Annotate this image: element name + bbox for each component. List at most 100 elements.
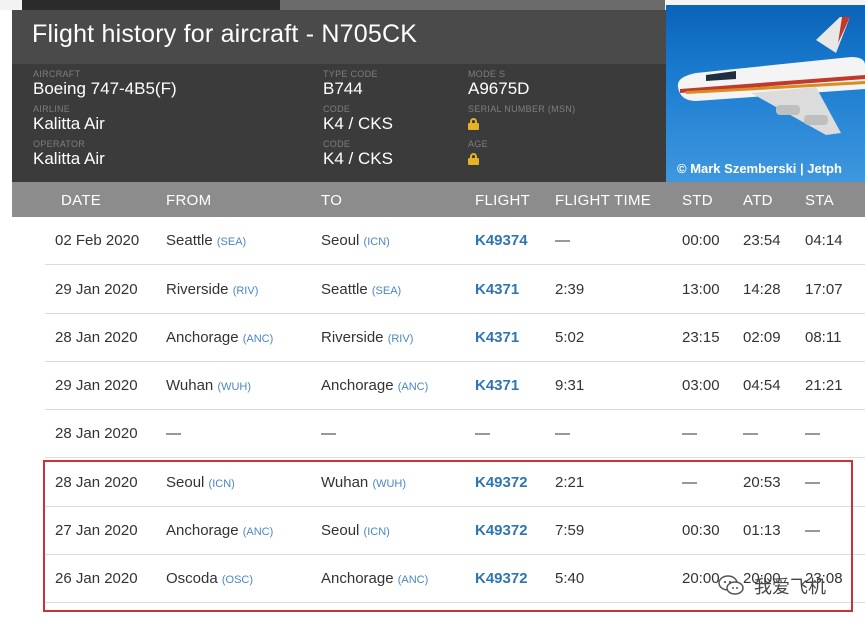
cell-std: 23:15 (682, 329, 720, 346)
cell-from-text: — (166, 425, 181, 442)
table-row[interactable]: 29 Jan 2020 Riverside (RIV) Seattle (SEA) K… (45, 266, 865, 314)
cell-sta: 17:07 (805, 281, 843, 298)
cell-flight-text[interactable]: K4371 (475, 281, 519, 298)
cell-flight[interactable]: K4371 (475, 281, 519, 298)
cell-std-text: — (682, 425, 697, 442)
table-row[interactable]: 02 Feb 2020 Seattle (SEA) Seoul (ICN) K4937… (45, 217, 865, 265)
table-row[interactable]: 29 Jan 2020 Wuhan (WUH) Anchorage (ANC) K43… (45, 362, 865, 410)
cell-flight-time: 2:39 (555, 281, 584, 298)
column-header-to[interactable]: TO (321, 192, 342, 209)
operator-code-value: K4 / CKS (323, 149, 393, 168)
airline-code-label: Code (323, 104, 351, 114)
airport-code[interactable]: (SEA) (217, 236, 246, 248)
cell-to-text: Anchorage (321, 377, 394, 394)
airport-code[interactable]: (RIV) (388, 333, 414, 345)
airline-code-field: Code K4 / CKS (323, 104, 393, 134)
cell-flight[interactable]: K4371 (475, 329, 519, 346)
cell-std-text: 03:00 (682, 377, 720, 394)
cell-flight[interactable]: K4371 (475, 377, 519, 394)
wechat-icon (718, 575, 744, 595)
cell-flight-time-text: 2:39 (555, 281, 585, 298)
cell-to: Seoul (ICN) (321, 232, 390, 249)
cell-flight-text[interactable]: K49374 (475, 232, 528, 249)
column-header-flight[interactable]: FLIGHT (475, 192, 530, 209)
cell-flight-time: 9:31 (555, 377, 584, 394)
column-header-sta[interactable]: STA (805, 192, 834, 209)
cell-to: — (321, 425, 336, 442)
aircraft-value: Boeing 747-4B5(F) (33, 79, 177, 98)
cell-sta-text: 21:21 (805, 377, 843, 394)
airport-code[interactable]: (ANC) (398, 381, 429, 393)
cell-flight-time-text: — (555, 425, 570, 442)
age-field[interactable]: AGE (468, 139, 488, 170)
mode-s-field: MODE S A9675D (468, 69, 529, 99)
age-label: AGE (468, 139, 488, 149)
cell-sta-text: 17:07 (805, 281, 843, 298)
cell-sta: 21:21 (805, 377, 843, 394)
cell-from: Wuhan (WUH) (166, 377, 251, 394)
cell-to: Anchorage (ANC) (321, 377, 428, 394)
airline-label: AIRLINE (33, 104, 71, 114)
cell-std-text: 00:00 (682, 232, 720, 249)
column-header-from[interactable]: FROM (166, 192, 211, 209)
cell-flight-text[interactable]: K4371 (475, 377, 519, 394)
aircraft-label: AIRCRAFT (33, 69, 81, 79)
airline-field: AIRLINE Kalitta Air (33, 104, 105, 134)
photo-credit[interactable]: © Mark Szemberski | Jetph (677, 161, 842, 176)
cell-atd: — (743, 425, 758, 442)
cell-std: 13:00 (682, 281, 720, 298)
operator-code-field: Code K4 / CKS (323, 139, 393, 169)
lock-icon[interactable] (468, 118, 479, 130)
airport-code[interactable]: (ANC) (243, 333, 274, 345)
column-header-flight-time[interactable]: FLIGHT TIME (555, 192, 651, 209)
type-code-field: TYPE CODE B744 (323, 69, 378, 99)
type-code-label: TYPE CODE (323, 69, 378, 79)
aircraft-header: Flight history for aircraft - N705CK AIR… (12, 10, 666, 182)
cell-atd-text: 23:54 (743, 232, 781, 249)
cell-flight[interactable]: K49374 (475, 232, 528, 249)
cell-date-text: 28 Jan 2020 (55, 425, 138, 442)
cell-to-text: Seoul (321, 232, 360, 249)
airport-code[interactable]: (WUH) (217, 381, 251, 393)
cell-date-text: 29 Jan 2020 (55, 377, 138, 394)
cell-date: 28 Jan 2020 (55, 329, 138, 346)
lock-icon[interactable] (468, 153, 479, 165)
cell-atd-text: 14:28 (743, 281, 781, 298)
cell-date-text: 02 Feb 2020 (55, 232, 140, 249)
cell-flight-time-text: 9:31 (555, 377, 585, 394)
cell-from-text: Wuhan (166, 377, 214, 394)
table-header: DATE FROM TO FLIGHT FLIGHT TIME STD ATD … (12, 182, 865, 217)
cell-std-text: 23:15 (682, 329, 720, 346)
column-header-std[interactable]: STD (682, 192, 713, 209)
airport-code[interactable]: (RIV) (233, 285, 259, 297)
cell-sta: 04:14 (805, 232, 843, 249)
cell-flight-time: — (555, 232, 570, 249)
cell-sta-text: — (805, 425, 820, 442)
cell-sta: 08:11 (805, 329, 841, 346)
serial-field[interactable]: SERIAL NUMBER (MSN) (468, 104, 575, 135)
cell-flight-time-text: — (555, 232, 570, 249)
airport-code[interactable]: (SEA) (372, 285, 401, 297)
column-header-atd[interactable]: ATD (743, 192, 773, 209)
aircraft-photo[interactable]: © Mark Szemberski | Jetph (666, 5, 865, 182)
cell-to-text: — (321, 425, 336, 442)
cell-to-text: Riverside (321, 329, 384, 346)
cell-from-text: Riverside (166, 281, 229, 298)
cell-to-text: Seattle (321, 281, 368, 298)
airport-code[interactable]: (ICN) (364, 236, 390, 248)
cell-date: 29 Jan 2020 (55, 377, 138, 394)
cell-flight: — (475, 425, 490, 442)
table-row[interactable]: 28 Jan 2020 Anchorage (ANC) Riverside (RIV… (45, 314, 865, 362)
table-row[interactable]: 28 Jan 2020 — — — — — — — (45, 410, 865, 458)
cell-from: — (166, 425, 181, 442)
operator-code-label: Code (323, 139, 351, 149)
column-header-date[interactable]: DATE (61, 192, 101, 209)
cell-flight-time: 5:02 (555, 329, 584, 346)
cell-atd-text: 04:54 (743, 377, 781, 394)
watermark: 我爱飞机 (718, 568, 858, 602)
cell-date-text: 28 Jan 2020 (55, 329, 138, 346)
cell-date: 02 Feb 2020 (55, 232, 139, 249)
cell-flight-time-text: 5:02 (555, 329, 585, 346)
cell-flight-text[interactable]: K4371 (475, 329, 519, 346)
top-strip-dark (22, 0, 280, 10)
